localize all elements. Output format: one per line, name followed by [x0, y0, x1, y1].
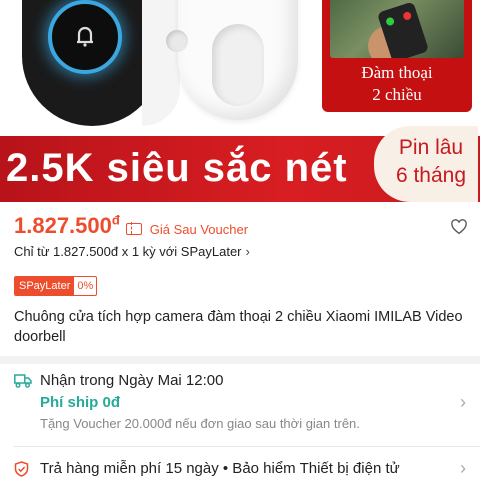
chevron-right-icon: › — [460, 392, 466, 412]
doorbell-button-ring — [48, 0, 122, 74]
spaylater-badge-label: SPayLater — [15, 277, 75, 295]
spaylater-badge-rate: 0% — [77, 280, 94, 292]
price-currency: đ — [111, 213, 120, 228]
voucher-icon — [126, 222, 143, 236]
badge-line2: 6 tháng — [395, 164, 467, 187]
doorbell-slot — [212, 24, 264, 106]
bell-icon — [77, 26, 93, 47]
truck-icon — [14, 374, 32, 388]
product-image[interactable]: Đàm thoại 2 chiều 2.5K siêu sắc nét Pin … — [0, 0, 480, 204]
shipping-voucher-note: Tặng Voucher 20.000đ nếu đơn giao sau th… — [40, 416, 360, 431]
spaylater-line: Chỉ từ 1.827.500đ x 1 kỳ với SPayLater — [14, 244, 242, 259]
answer-icon — [385, 16, 396, 27]
decline-icon — [402, 10, 413, 21]
product-title: Chuông cửa tích hợp camera đàm thoại 2 c… — [14, 309, 463, 345]
banner-headline: 2.5K siêu sắc nét — [6, 146, 348, 190]
price-amount: 1.827.500 — [14, 213, 112, 239]
chevron-right-icon: › — [460, 458, 466, 478]
price: 1.827.500đ — [14, 213, 120, 238]
delivery-time: Nhận trong Ngày Mai 12:00 — [40, 372, 224, 389]
black-doorbell-image — [22, 0, 180, 126]
returns-text: Trả hàng miễn phí 15 ngày • Bảo hiểm Thi… — [40, 460, 400, 477]
call-card-line1: Đàm thoại — [361, 63, 433, 82]
row-divider — [14, 446, 480, 447]
spaylater-installment-link[interactable]: Chỉ từ 1.827.500đ x 1 kỳ với SPayLater › — [14, 244, 250, 259]
call-card-caption: Đàm thoại 2 chiều — [322, 62, 472, 106]
chevron-right-icon: › — [245, 244, 250, 259]
doorbell-edge — [142, 0, 180, 126]
section-divider — [0, 356, 480, 364]
price-note: Giá Sau Voucher — [149, 221, 249, 237]
doorbell-lens — [166, 30, 188, 52]
feature-banner: 2.5K siêu sắc nét Pin lâu 6 tháng — [0, 126, 480, 202]
price-row: 1.827.500đ Giá Sau Voucher — [14, 213, 470, 243]
battery-badge: Pin lâu 6 tháng — [374, 126, 478, 202]
call-card-line2: 2 chiều — [372, 85, 422, 104]
white-doorbell-image — [166, 0, 298, 120]
shipping-fee: Phí ship 0đ — [40, 394, 121, 411]
badge-line1: Pin lâu — [398, 136, 464, 159]
phone-photo — [330, 0, 464, 58]
two-way-call-card: Đàm thoại 2 chiều — [322, 0, 472, 112]
shield-icon — [14, 461, 29, 477]
heart-icon[interactable] — [450, 218, 468, 236]
returns-row[interactable]: Trả hàng miễn phí 15 ngày • Bảo hiểm Thi… — [0, 458, 480, 480]
spaylater-badge: SPayLater 0% — [14, 276, 98, 296]
shipping-row[interactable]: Nhận trong Ngày Mai 12:00 Phí ship 0đ Tặ… — [0, 366, 480, 438]
